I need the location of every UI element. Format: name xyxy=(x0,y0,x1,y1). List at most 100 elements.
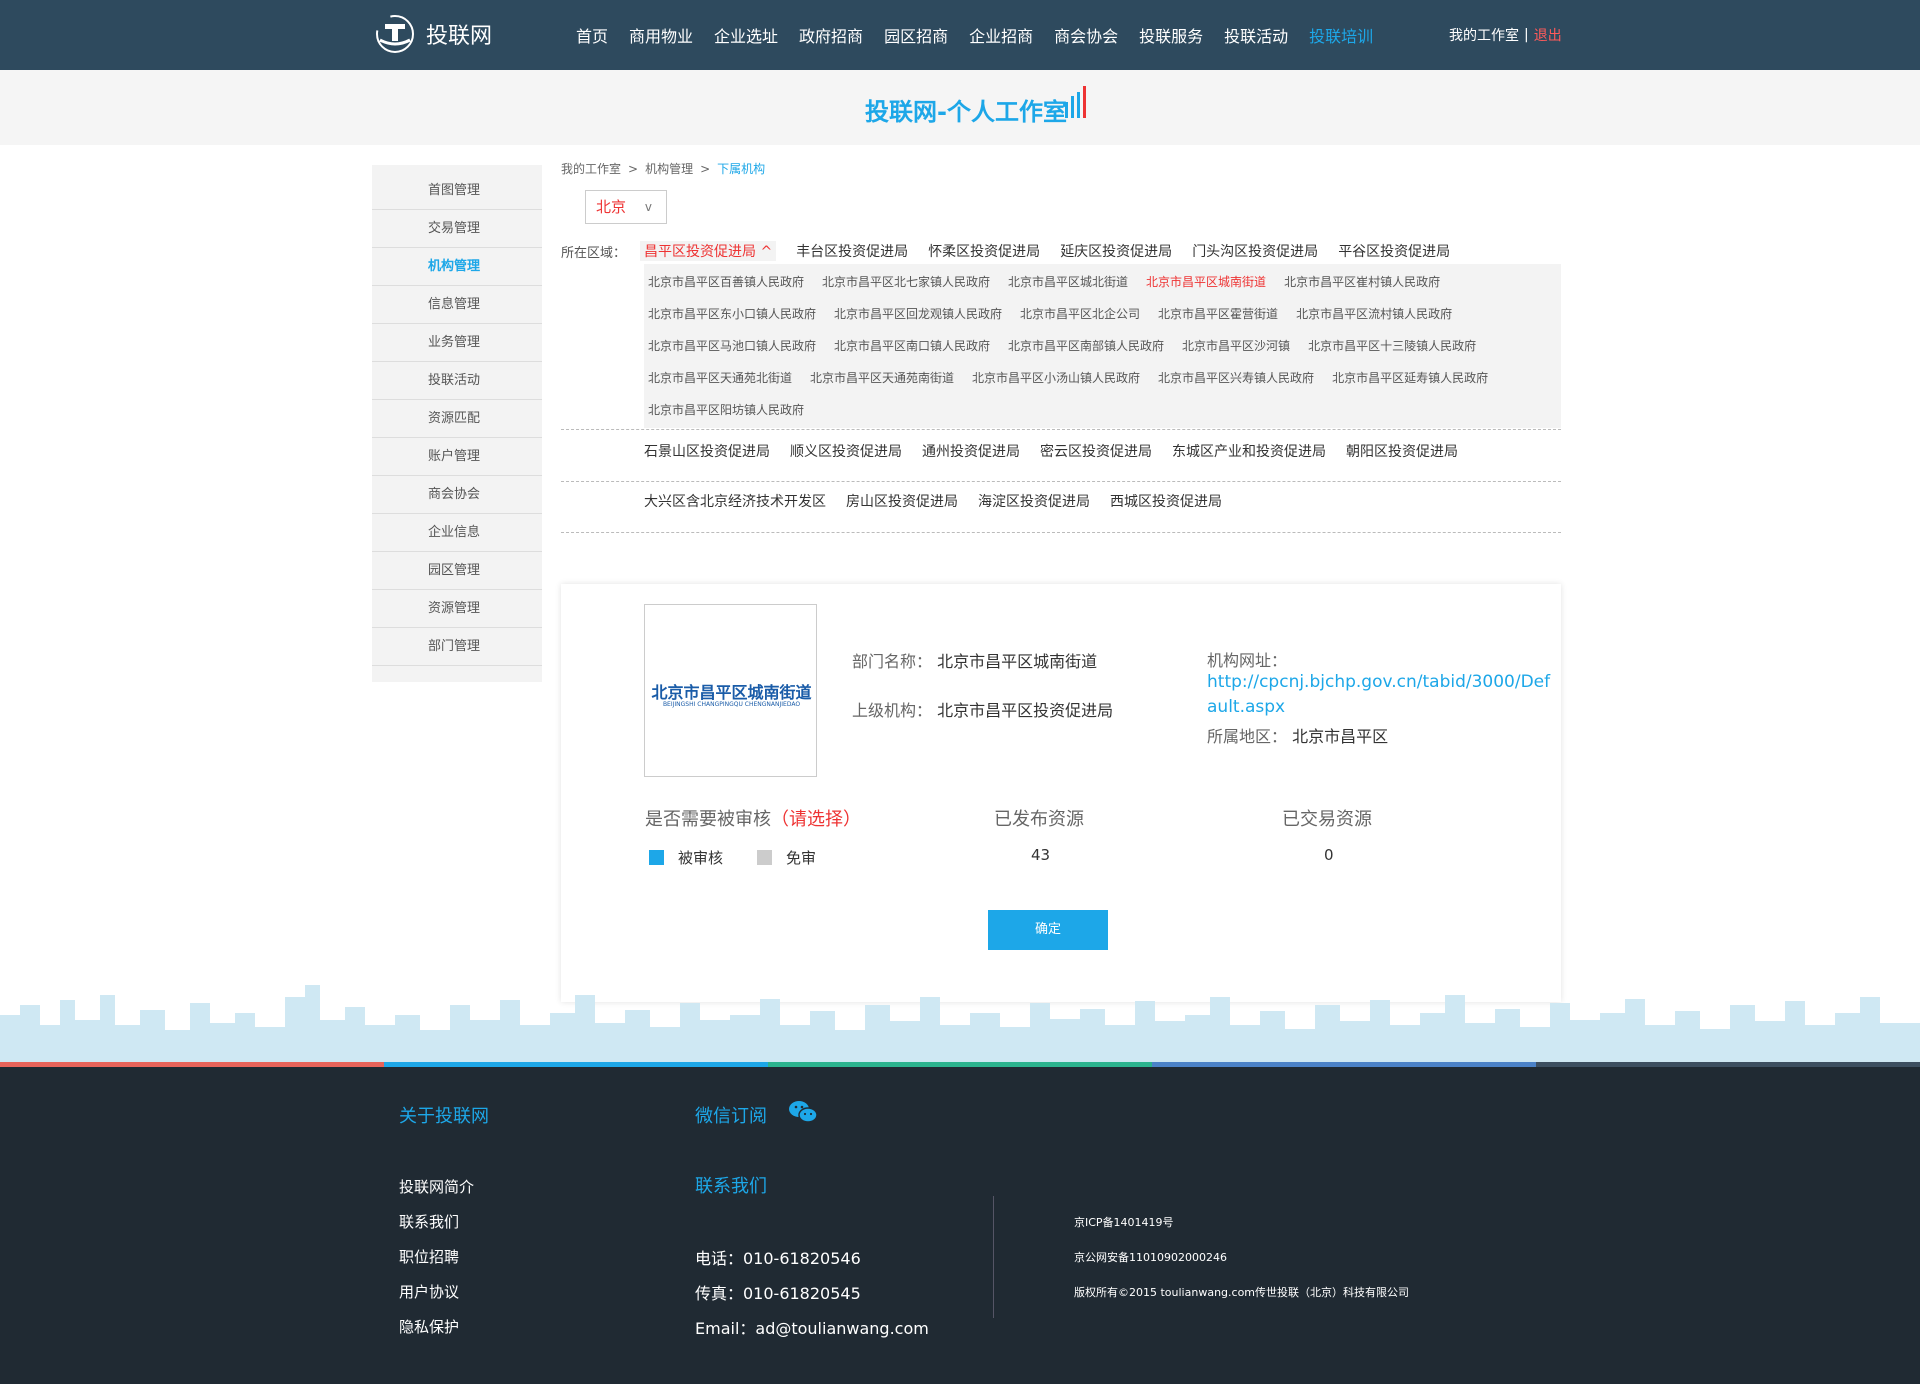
region-item[interactable]: 西城区投资促进局 xyxy=(1110,491,1222,511)
footer-link-contact[interactable]: 联系我们 xyxy=(399,1211,459,1232)
sidebar-item-info[interactable]: 信息管理 xyxy=(372,286,542,324)
sidebar-item-banner[interactable]: 首图管理 xyxy=(372,172,542,210)
sub-org-row: 北京市昌平区天通苑北街道 北京市昌平区天通苑南街道 北京市昌平区小汤山镇人民政府… xyxy=(648,369,1506,386)
region-item[interactable]: 大兴区含北京经济技术开发区 xyxy=(644,491,826,511)
logout-link[interactable]: 退出 xyxy=(1534,25,1562,45)
sub-org-item[interactable]: 北京市昌平区霍营街道 xyxy=(1158,305,1278,322)
sidebar-item-institutions[interactable]: 机构管理 xyxy=(372,248,542,286)
sub-org-row: 北京市昌平区马池口镇人民政府 北京市昌平区南口镇人民政府 北京市昌平区南部镇人民… xyxy=(648,337,1494,354)
region-item[interactable]: 海淀区投资促进局 xyxy=(978,491,1090,511)
sidebar-item-parks[interactable]: 园区管理 xyxy=(372,552,542,590)
region-label: 所在区域： xyxy=(561,246,627,261)
region-item[interactable]: 丰台区投资促进局 xyxy=(796,241,908,261)
dept-name-label: 部门名称： xyxy=(852,652,933,671)
sidebar-item-enterprise[interactable]: 企业信息 xyxy=(372,514,542,552)
region-item[interactable]: 延庆区投资促进局 xyxy=(1060,241,1172,261)
region-item[interactable]: 门头沟区投资促进局 xyxy=(1192,241,1318,261)
breadcrumb-sep: > xyxy=(700,162,711,176)
breadcrumb: 我的工作室 > 机构管理 > 下属机构 xyxy=(561,160,765,177)
footer-email[interactable]: Email：ad@toulianwang.com xyxy=(695,1315,929,1339)
nav-activities[interactable]: 投联活动 xyxy=(1224,23,1288,47)
region-item[interactable]: 顺义区投资促进局 xyxy=(790,441,902,461)
page-title: 投联网-个人工作室 xyxy=(865,98,1067,126)
org-area-label: 所属地区： xyxy=(1207,727,1288,746)
nav-enterprise-investment[interactable]: 企业招商 xyxy=(969,23,1033,47)
chevron-down-icon: v xyxy=(644,200,652,214)
bar-chart-icon xyxy=(1065,86,1086,118)
region-item[interactable]: 朝阳区投资促进局 xyxy=(1346,441,1458,461)
nav-commercial-property[interactable]: 商用物业 xyxy=(629,23,693,47)
sub-org-item[interactable]: 北京市昌平区流村镇人民政府 xyxy=(1296,305,1452,322)
region-item[interactable]: 东城区产业和投资促进局 xyxy=(1172,441,1326,461)
nav-home[interactable]: 首页 xyxy=(576,23,608,47)
region-item[interactable]: 通州投资促进局 xyxy=(922,441,1020,461)
city-dropdown[interactable]: 北京 v xyxy=(585,190,667,224)
sub-org-item[interactable]: 北京市昌平区回龙观镇人民政府 xyxy=(834,305,1002,322)
sub-org-item[interactable]: 北京市昌平区天通苑北街道 xyxy=(648,369,792,386)
confirm-button[interactable]: 确定 xyxy=(988,910,1108,950)
region-item[interactable]: 密云区投资促进局 xyxy=(1040,441,1152,461)
footer-link-privacy[interactable]: 隐私保护 xyxy=(399,1316,459,1337)
sub-org-item[interactable]: 北京市昌平区南部镇人民政府 xyxy=(1008,337,1164,354)
sidebar-item-activities[interactable]: 投联活动 xyxy=(372,362,542,400)
traded-count: 0 xyxy=(1324,846,1334,864)
sub-org-item[interactable]: 北京市昌平区东小口镇人民政府 xyxy=(648,305,816,322)
org-logo: 北京市昌平区城南街道 BEIJINGSHI CHANGPINGQU CHENGN… xyxy=(644,604,817,777)
sub-org-item[interactable]: 北京市昌平区城北街道 xyxy=(1008,273,1128,290)
sub-org-item[interactable]: 北京市昌平区崔村镇人民政府 xyxy=(1284,273,1440,290)
sidebar-item-transactions[interactable]: 交易管理 xyxy=(372,210,542,248)
sub-org-item[interactable]: 北京市昌平区延寿镇人民政府 xyxy=(1332,369,1488,386)
nav-chambers[interactable]: 商会协会 xyxy=(1054,23,1118,47)
sidebar-item-business[interactable]: 业务管理 xyxy=(372,324,542,362)
region-item[interactable]: 怀柔区投资促进局 xyxy=(928,241,1040,261)
review-label: 是否需要被审核 xyxy=(645,809,771,830)
sub-org-item[interactable]: 北京市昌平区马池口镇人民政府 xyxy=(648,337,816,354)
breadcrumb-sep: > xyxy=(628,162,639,176)
region-item[interactable]: 房山区投资促进局 xyxy=(846,491,958,511)
sub-org-item[interactable]: 北京市昌平区小汤山镇人民政府 xyxy=(972,369,1140,386)
nav-gov-investment[interactable]: 政府招商 xyxy=(799,23,863,47)
org-url-link[interactable]: http://cpcnj.bjchp.gov.cn/tabid/3000/Def… xyxy=(1207,670,1557,720)
nav-park-investment[interactable]: 园区招商 xyxy=(884,23,948,47)
footer-police-record[interactable]: 京公网安备11010902000246 xyxy=(1074,1249,1227,1265)
sub-org-item[interactable]: 北京市昌平区兴寿镇人民政府 xyxy=(1158,369,1314,386)
breadcrumb-institutions[interactable]: 机构管理 xyxy=(645,162,693,176)
sub-org-item[interactable]: 北京市昌平区南口镇人民政府 xyxy=(834,337,990,354)
my-studio-link[interactable]: 我的工作室 xyxy=(1449,25,1519,45)
review-option-exempt[interactable]: 免审 xyxy=(757,847,816,868)
sidebar-item-account[interactable]: 账户管理 xyxy=(372,438,542,476)
sidebar-item-chambers[interactable]: 商会协会 xyxy=(372,476,542,514)
sub-org-item-selected[interactable]: 北京市昌平区城南街道 xyxy=(1146,273,1266,290)
site-logo[interactable]: 投联网 xyxy=(370,12,492,56)
wechat-icon[interactable] xyxy=(788,1099,818,1125)
sidebar-item-resources[interactable]: 资源管理 xyxy=(372,590,542,628)
region-item-changping[interactable]: 昌平区投资促进局 ^ xyxy=(640,241,777,261)
footer-icp[interactable]: 京ICP备1401419号 xyxy=(1074,1214,1174,1230)
sub-org-item[interactable]: 北京市昌平区百善镇人民政府 xyxy=(648,273,804,290)
org-logo-text: 北京市昌平区城南街道 xyxy=(651,683,812,702)
dept-name: 部门名称： 北京市昌平区城南街道 xyxy=(852,648,1097,672)
region-item[interactable]: 石景山区投资促进局 xyxy=(644,441,770,461)
sidebar-item-matching[interactable]: 资源匹配 xyxy=(372,400,542,438)
dept-name-value: 北京市昌平区城南街道 xyxy=(937,652,1098,671)
sub-org-item[interactable]: 北京市昌平区十三陵镇人民政府 xyxy=(1308,337,1476,354)
logo-text: 投联网 xyxy=(426,24,493,49)
nav-site-selection[interactable]: 企业选址 xyxy=(714,23,778,47)
footer-link-terms[interactable]: 用户协议 xyxy=(399,1281,459,1302)
parent-org-label: 上级机构： xyxy=(852,701,933,720)
nav-services[interactable]: 投联服务 xyxy=(1139,23,1203,47)
footer-contact-title: 联系我们 xyxy=(695,1176,767,1197)
nav-training[interactable]: 投联培训 xyxy=(1309,23,1373,47)
footer-link-intro[interactable]: 投联网简介 xyxy=(399,1176,474,1197)
sub-org-item[interactable]: 北京市昌平区天通苑南街道 xyxy=(810,369,954,386)
sidebar-item-departments[interactable]: 部门管理 xyxy=(372,628,542,666)
parent-org-value: 北京市昌平区投资促进局 xyxy=(937,701,1114,720)
footer-link-jobs[interactable]: 职位招聘 xyxy=(399,1246,459,1267)
region-item[interactable]: 平谷区投资促进局 xyxy=(1338,241,1450,261)
sub-org-item[interactable]: 北京市昌平区沙河镇 xyxy=(1182,337,1290,354)
sub-org-item[interactable]: 北京市昌平区北七家镇人民政府 xyxy=(822,273,990,290)
sub-org-item[interactable]: 北京市昌平区北企公司 xyxy=(1020,305,1140,322)
review-option-required[interactable]: 被审核 xyxy=(649,847,723,868)
sub-org-item[interactable]: 北京市昌平区阳坊镇人民政府 xyxy=(648,401,804,418)
breadcrumb-studio[interactable]: 我的工作室 xyxy=(561,162,621,176)
